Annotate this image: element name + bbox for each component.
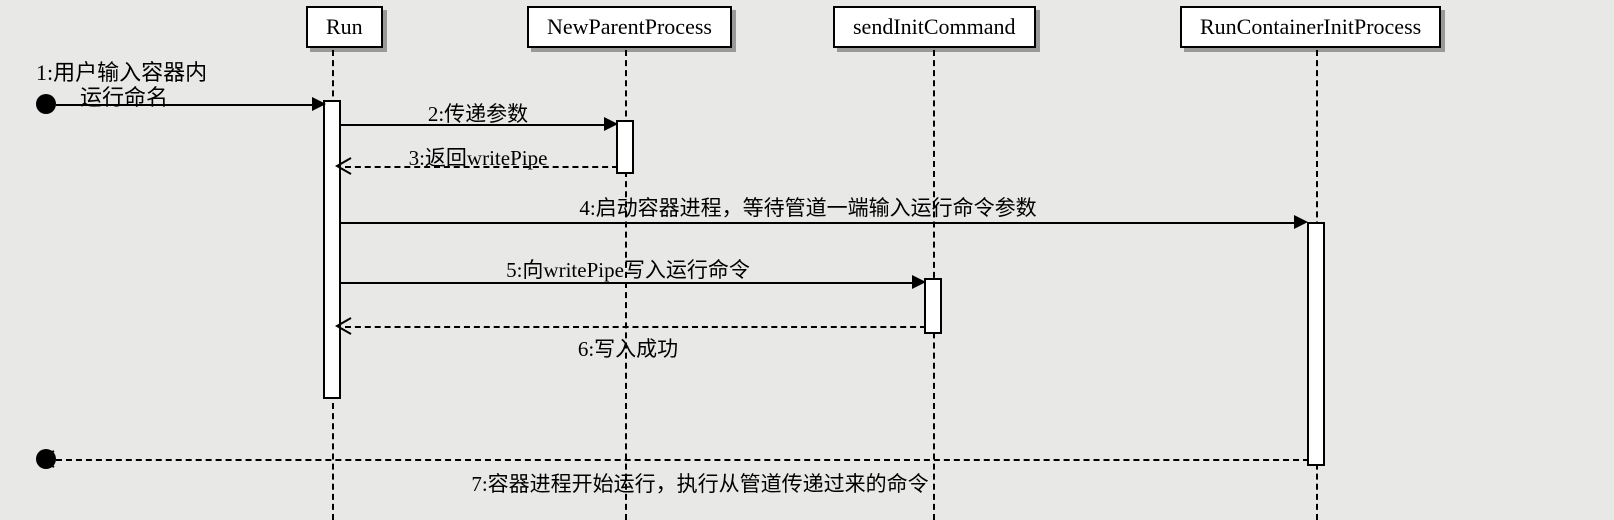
msg6-arrow xyxy=(335,316,355,336)
msg5-arrow xyxy=(912,275,926,289)
msg6-line xyxy=(345,326,926,328)
msg2-arrow xyxy=(604,117,618,131)
actor-label-2: 运行命名 xyxy=(80,80,168,112)
msg3-arrow xyxy=(335,156,355,176)
msg2-line xyxy=(340,124,606,126)
participant-send-init: sendInitCommand xyxy=(833,6,1036,48)
msg6-label: 6:写入成功 xyxy=(578,333,678,363)
activation-new-parent xyxy=(616,120,634,174)
msg7-line xyxy=(56,459,1309,461)
msg5-line xyxy=(340,282,915,284)
msg7-label: 7:容器进程开始运行，执行从管道传递过来的命令 xyxy=(471,468,928,498)
msg5-label: 5:向writePipe写入运行命令 xyxy=(506,254,750,284)
msg3-label: 3:返回writePipe xyxy=(409,142,548,172)
participant-new-parent: NewParentProcess xyxy=(527,6,732,48)
msg1-line xyxy=(56,104,322,106)
msg1-arrow xyxy=(312,97,326,111)
activation-run xyxy=(323,100,341,399)
activation-send-init xyxy=(924,278,942,334)
msg4-arrow xyxy=(1294,215,1308,229)
participant-run: Run xyxy=(306,6,383,48)
msg4-label: 4:启动容器进程，等待管道一端输入运行命令参数 xyxy=(579,192,1036,222)
activation-run-container xyxy=(1307,222,1325,466)
msg7-arrow xyxy=(38,449,58,469)
actor-start-dot xyxy=(36,94,56,114)
msg4-line xyxy=(340,222,1298,224)
participant-run-container: RunContainerInitProcess xyxy=(1180,6,1441,48)
